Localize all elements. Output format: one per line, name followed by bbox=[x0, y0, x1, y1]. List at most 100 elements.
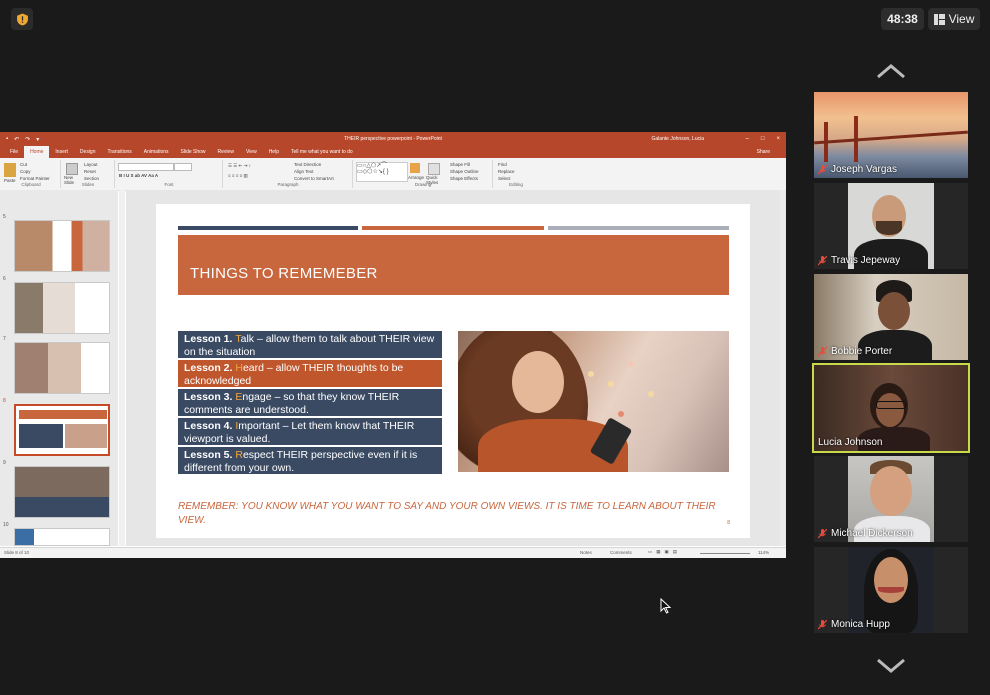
font-name-select[interactable] bbox=[118, 163, 174, 171]
clipboard-label: Clipboard bbox=[21, 182, 41, 187]
participant-name: Joseph Vargas bbox=[818, 164, 897, 175]
slide-page-number: 8 bbox=[727, 520, 730, 526]
view-button[interactable]: View bbox=[928, 8, 980, 30]
slide-thumbnail[interactable] bbox=[14, 466, 110, 518]
close-icon[interactable]: × bbox=[776, 136, 780, 142]
tab-transitions[interactable]: Transitions bbox=[102, 146, 138, 158]
slide-thumbnail-selected[interactable] bbox=[14, 404, 110, 456]
tab-design[interactable]: Design bbox=[74, 146, 102, 158]
tab-home[interactable]: Home bbox=[24, 146, 50, 158]
select-button[interactable]: Select bbox=[498, 176, 511, 181]
current-slide: THINGS TO REMEMEBER Lesson 1. Talk – all… bbox=[156, 204, 750, 538]
lesson-letter: H bbox=[235, 362, 243, 374]
view-mode-icons[interactable]: ▭▦▣▤ bbox=[648, 549, 681, 555]
reset-button[interactable]: Reset bbox=[84, 169, 96, 174]
font-size-select[interactable] bbox=[174, 163, 192, 171]
ribbon-tabs: File Home Insert Design Transitions Anim… bbox=[0, 146, 786, 158]
title-banner: THINGS TO REMEMEBER bbox=[178, 235, 729, 295]
font-group: B I U S ab AV Aa A Font bbox=[116, 160, 223, 188]
chevron-up-icon[interactable] bbox=[875, 62, 907, 80]
slide-thumbnail[interactable] bbox=[14, 220, 110, 272]
tab-help[interactable]: Help bbox=[263, 146, 285, 158]
tell-me-search[interactable]: Tell me what you want to do bbox=[285, 146, 359, 158]
shape-effects-button[interactable]: Shape Effects bbox=[450, 176, 478, 181]
bold-button[interactable]: B I U S ab AV Aa A bbox=[119, 173, 158, 178]
copy-button[interactable]: Copy bbox=[20, 169, 31, 174]
tab-view[interactable]: View bbox=[240, 146, 263, 158]
participant-tile[interactable]: Joseph Vargas bbox=[814, 92, 968, 178]
status-bar: Slide 8 of 10 Notes Comments ▭▦▣▤ 114% bbox=[0, 547, 786, 558]
participant-tile[interactable]: Michael Dickerson bbox=[814, 456, 968, 542]
notes-button[interactable]: Notes bbox=[580, 550, 592, 555]
slide-scrollbar[interactable] bbox=[780, 190, 785, 546]
participant-name-text: Monica Hupp bbox=[831, 619, 890, 630]
editing-label: Editing bbox=[509, 182, 523, 187]
shape-fill-button[interactable]: Shape Fill bbox=[450, 162, 470, 167]
tab-file[interactable]: File bbox=[4, 146, 24, 158]
thumbnail-scrollbar[interactable] bbox=[119, 190, 125, 546]
arrange-button[interactable]: Arrange bbox=[408, 175, 424, 180]
format-painter-button[interactable]: Format Painter bbox=[20, 176, 50, 181]
participant-name-text: Joseph Vargas bbox=[831, 164, 897, 175]
participant-tile-active-speaker[interactable]: Lucia Johnson bbox=[812, 363, 970, 453]
replace-button[interactable]: Replace bbox=[498, 169, 515, 174]
participant-name: Monica Hupp bbox=[818, 619, 890, 630]
tab-review[interactable]: Review bbox=[212, 146, 240, 158]
align-buttons[interactable]: ≡ ≡ ≡ ≡ ▥ bbox=[228, 173, 248, 179]
thumb-number: 9 bbox=[3, 460, 6, 466]
ribbon: Paste Cut Copy Format Painter Clipboard … bbox=[0, 158, 786, 191]
chevron-down-icon[interactable] bbox=[875, 657, 907, 675]
muted-mic-icon bbox=[818, 528, 827, 538]
accent-bar-dark bbox=[178, 226, 358, 230]
thumb-number: 8 bbox=[3, 398, 6, 404]
zoom-slider[interactable] bbox=[700, 553, 750, 554]
participant-tile[interactable]: Monica Hupp bbox=[814, 547, 968, 633]
security-shield-icon[interactable] bbox=[11, 8, 33, 30]
font-label: Font bbox=[164, 182, 174, 187]
slide-thumbnail[interactable] bbox=[14, 528, 110, 546]
title-bar: ▪ ↶ ↷ ▾ THEIR perspective powerpoint - P… bbox=[0, 132, 786, 146]
cut-button[interactable]: Cut bbox=[20, 162, 27, 167]
participant-tile[interactable]: Bobbie Porter bbox=[814, 274, 968, 360]
minimize-icon[interactable]: – bbox=[746, 136, 749, 142]
slide-thumbnail-pane: 5 6 7 8 9 10 bbox=[0, 190, 118, 546]
participant-name-text: Bobbie Porter bbox=[831, 346, 893, 357]
lesson-box-1: Lesson 1. Talk – allow them to talk abou… bbox=[178, 331, 442, 358]
layout-button[interactable]: Layout bbox=[84, 162, 98, 167]
list-buttons[interactable]: ☰ ☰ ⇤ ⇥ ↕ bbox=[228, 163, 251, 169]
paste-icon[interactable] bbox=[4, 163, 16, 177]
tab-animations[interactable]: Animations bbox=[138, 146, 175, 158]
participant-name-text: Lucia Johnson bbox=[818, 437, 883, 448]
arrange-icon[interactable] bbox=[410, 163, 420, 173]
align-text-button[interactable]: Align Text bbox=[294, 169, 313, 174]
tab-slide-show[interactable]: Slide Show bbox=[175, 146, 212, 158]
maximize-icon[interactable]: □ bbox=[761, 136, 765, 142]
lesson-number: Lesson 3. bbox=[184, 391, 236, 403]
remember-note: REMEMBER: YOU KNOW WHAT YOU WANT TO SAY … bbox=[178, 501, 716, 526]
smartart-button[interactable]: Convert to SmartArt bbox=[294, 176, 334, 181]
slide-title: THINGS TO REMEMEBER bbox=[190, 265, 378, 282]
slide-counter: Slide 8 of 10 bbox=[4, 550, 30, 555]
muted-mic-icon bbox=[818, 255, 827, 265]
participant-tile[interactable]: Travis Jepeway bbox=[814, 183, 968, 269]
slide-canvas: THINGS TO REMEMEBER Lesson 1. Talk – all… bbox=[126, 190, 786, 546]
clipboard-group: Paste Cut Copy Format Painter Clipboard bbox=[2, 160, 61, 188]
slides-group: New Slide Layout Reset Section Slides bbox=[62, 160, 115, 188]
find-button[interactable]: Find bbox=[498, 162, 507, 167]
zoom-level[interactable]: 114% bbox=[758, 550, 769, 555]
slide-thumbnail[interactable] bbox=[14, 282, 110, 334]
paragraph-label: Paragraph bbox=[277, 182, 299, 187]
share-button[interactable]: Share bbox=[751, 146, 776, 158]
slide-thumbnail[interactable] bbox=[14, 342, 110, 394]
new-slide-icon[interactable] bbox=[66, 163, 78, 175]
shape-outline-button[interactable]: Shape Outline bbox=[450, 169, 479, 174]
comments-button[interactable]: Comments bbox=[610, 550, 632, 555]
quick-styles-icon[interactable] bbox=[428, 163, 440, 175]
editing-group: Find Replace Select Editing bbox=[494, 160, 538, 188]
participant-name: Bobbie Porter bbox=[818, 346, 892, 357]
tab-insert[interactable]: Insert bbox=[49, 146, 74, 158]
muted-mic-icon bbox=[818, 346, 827, 356]
section-button[interactable]: Section bbox=[84, 176, 99, 181]
text-direction-button[interactable]: Text Direction bbox=[294, 162, 321, 167]
shapes-gallery[interactable]: ▭○△⬠↗⌒ ▭◇⬡☆↘{ } bbox=[356, 162, 408, 182]
